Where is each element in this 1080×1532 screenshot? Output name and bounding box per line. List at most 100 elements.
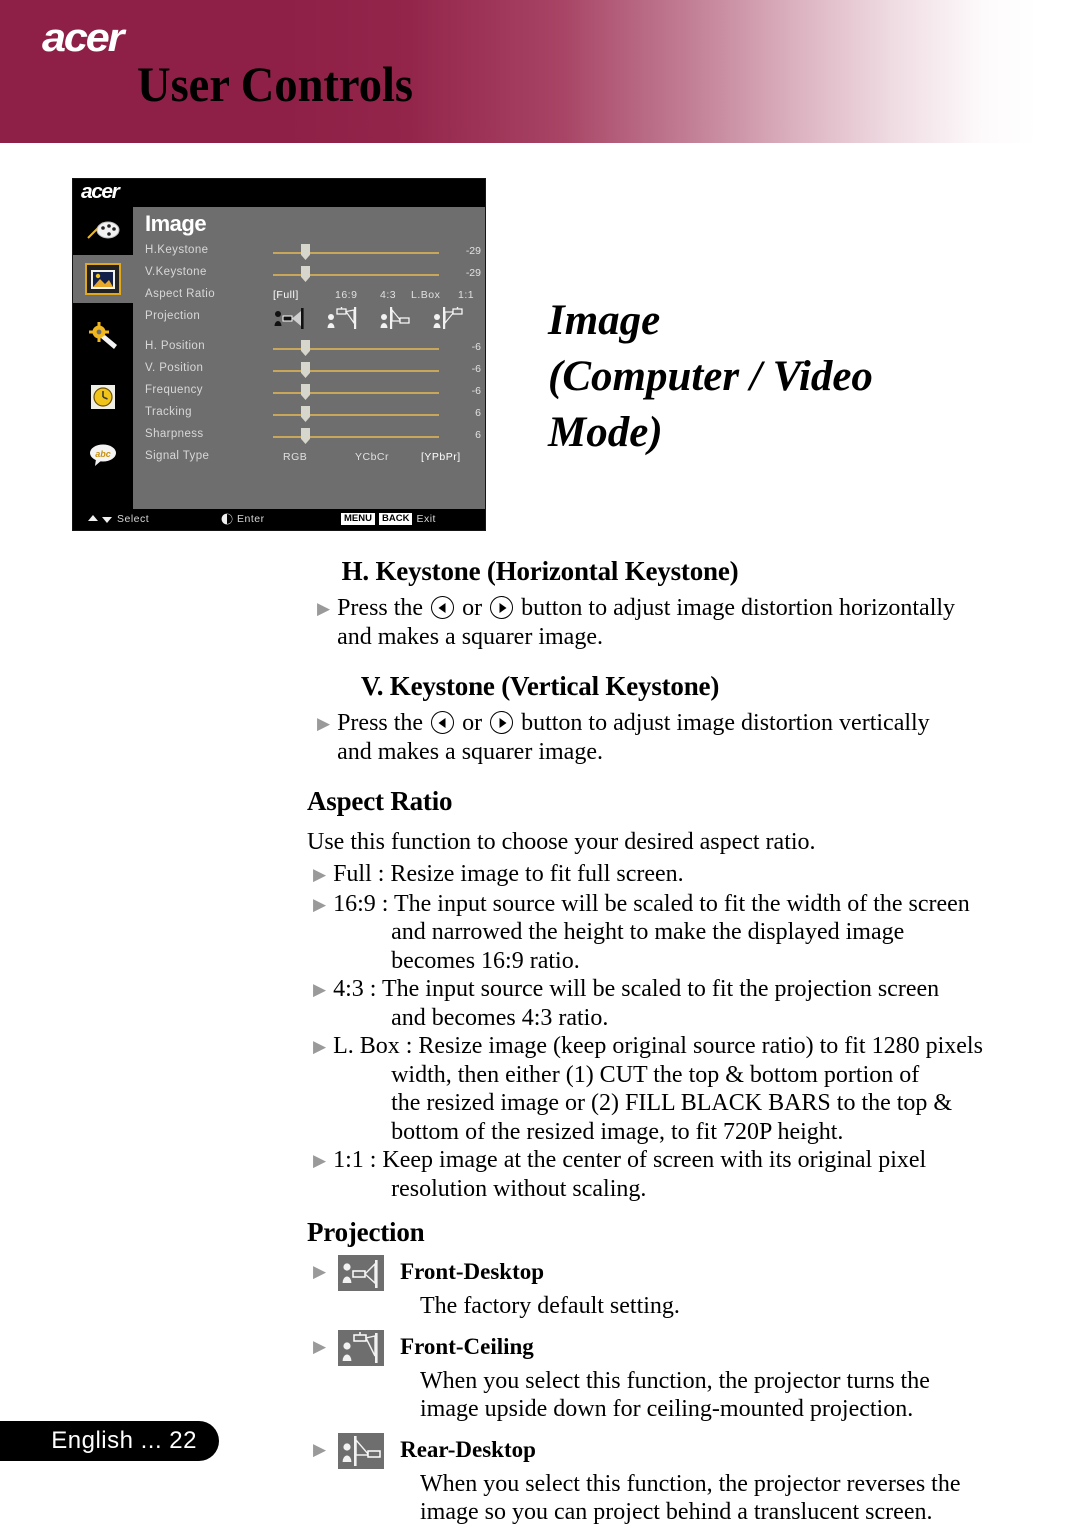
osd-row-aspect-ratio[interactable]: Aspect Ratio [Full] 16:9 4:3 L.Box 1:1 <box>133 285 485 307</box>
osd-slider-knob[interactable] <box>301 406 310 422</box>
osd-option-16-9[interactable]: 16:9 <box>335 289 357 301</box>
osd-hint-bar: Select Enter MENU BACK Exit <box>73 509 485 530</box>
osd-row-label: Frequency <box>145 384 203 396</box>
section-title: Image (Computer / Video Mode) <box>548 293 968 461</box>
osd-hint-exit: MENU BACK Exit <box>341 513 436 525</box>
osd-row-tracking[interactable]: Tracking 6 <box>133 403 485 425</box>
osd-slider-knob[interactable] <box>301 266 310 282</box>
projection-item-desc: image so you can project behind a transl… <box>420 1499 933 1525</box>
rear-desktop-icon <box>338 1432 385 1469</box>
bullet-text-c: button to adjust image distortion horizo… <box>521 595 956 621</box>
bullet-cont-line: width, then either (1) CUT the top & bot… <box>391 1061 920 1088</box>
bullet-arrow-icon: ▶ <box>317 599 331 618</box>
image-icon[interactable] <box>73 255 133 303</box>
svg-text:abc: abc <box>95 449 111 459</box>
aspect-item-16-9: ▶ 16:9 : The input source will be scaled… <box>0 890 1080 976</box>
language-abc-icon[interactable]: abc <box>81 435 125 475</box>
osd-acer-logo: acer <box>81 181 120 203</box>
projection-item-label: Front-Ceiling <box>400 1333 534 1359</box>
aspect-ratio-intro: Use this function to choose your desired… <box>307 829 816 855</box>
projection-item-label: Front-Desktop <box>400 1259 545 1284</box>
osd-option-4-3[interactable]: 4:3 <box>380 289 396 301</box>
osd-row-value: -6 <box>471 363 481 375</box>
bullet-arrow-icon: ▶ <box>313 894 327 914</box>
heading-h-keystone: H. Keystone (Horizontal Keystone) <box>341 556 739 586</box>
osd-row-signal-type[interactable]: Signal Type RGB YCbCr [YPbPr] <box>133 447 485 469</box>
osd-row-h-position[interactable]: H. Position -6 <box>133 337 485 359</box>
osd-row-label: V. Position <box>145 362 204 374</box>
projection-item-front-desktop: ▶ Front-Desktop <box>0 1252 1080 1292</box>
section-title-line1: Image <box>548 297 661 344</box>
osd-option-1-1[interactable]: 1:1 <box>458 289 474 301</box>
osd-slider-knob[interactable] <box>301 384 310 400</box>
bullet-cont-line: and narrowed the height to make the disp… <box>391 919 905 945</box>
page-footer-badge: English ... 22 <box>0 1421 219 1461</box>
osd-row-sharpness[interactable]: Sharpness 6 <box>133 425 485 447</box>
bullet-cont-line: the resized image or (2) FILL BLACK BARS… <box>391 1090 953 1116</box>
osd-row-projection[interactable]: Projection <box>133 305 485 335</box>
osd-option-rgb[interactable]: RGB <box>283 451 307 463</box>
aspect-item-1-1: ▶ 1:1 : Keep image at the center of scre… <box>0 1146 1080 1203</box>
osd-option-full[interactable]: [Full] <box>273 289 299 301</box>
osd-row-value: -29 <box>465 267 481 279</box>
projection-item-desc: When you select this function, the proje… <box>420 1367 930 1394</box>
osd-slider-knob[interactable] <box>301 340 310 356</box>
aspect-item-lbox: ▶ L. Box : Resize image (keep original s… <box>0 1032 1080 1146</box>
right-arrow-button-icon <box>490 596 514 619</box>
bullet-text-b: or <box>462 710 483 736</box>
osd-slider-track[interactable] <box>273 414 439 416</box>
bullet-cont-line: resolution without scaling. <box>391 1175 647 1202</box>
bullet-arrow-icon: ▶ <box>313 1151 327 1170</box>
bullet-arrow-icon: ▶ <box>313 980 327 999</box>
menu-key-badge[interactable]: MENU <box>341 513 375 525</box>
osd-row-value: 6 <box>475 429 481 441</box>
osd-row-frequency[interactable]: Frequency -6 <box>133 381 485 403</box>
osd-option-ycbcr[interactable]: YCbCr <box>355 451 389 463</box>
bullet-line-2: and makes a squarer image. <box>337 623 603 650</box>
osd-slider-track[interactable] <box>273 370 439 372</box>
osd-slider-track[interactable] <box>273 348 439 350</box>
osd-hint-exit-label: Exit <box>416 513 436 525</box>
osd-slider-track[interactable] <box>273 252 439 254</box>
osd-row-label: Sharpness <box>145 428 204 440</box>
osd-slider-knob[interactable] <box>301 362 310 378</box>
osd-option-lbox[interactable]: L.Box <box>411 289 440 301</box>
page-header-banner: acer User Controls <box>0 0 1080 143</box>
front-ceiling-icon[interactable] <box>326 305 362 331</box>
bullet-line: 1:1 : Keep image at the center of screen… <box>333 1147 927 1173</box>
bullet-line: L. Box : Resize image (keep original sou… <box>333 1033 983 1059</box>
osd-slider-track[interactable] <box>273 274 439 276</box>
osd-slider-track[interactable] <box>273 392 439 394</box>
osd-option-ypbpr[interactable]: [YPbPr] <box>421 451 461 463</box>
osd-slider-knob[interactable] <box>301 428 310 444</box>
back-key-badge[interactable]: BACK <box>378 513 413 525</box>
section-title-line3: Mode) <box>548 409 663 456</box>
bullet-text-a: Press the <box>337 710 424 736</box>
osd-row-value: 6 <box>475 407 481 419</box>
bullet-arrow-icon: ▶ <box>313 864 327 884</box>
osd-row-h-keystone[interactable]: H.Keystone -29 <box>133 241 485 263</box>
osd-hint-select-label: Select <box>117 513 150 525</box>
rear-ceiling-icon[interactable] <box>432 305 468 331</box>
osd-slider-knob[interactable] <box>301 244 310 260</box>
bullet-line: Press the or button to adjust image dist… <box>337 709 1050 738</box>
osd-slider-track[interactable] <box>273 436 439 438</box>
main-content: H. Keystone (Horizontal Keystone) ▶ Pres… <box>0 556 1080 1527</box>
bullet-line: 4:3 : The input source will be scaled to… <box>333 976 940 1002</box>
projection-item-label: Rear-Desktop <box>400 1436 536 1462</box>
color-palette-icon[interactable] <box>81 211 125 251</box>
osd-row-v-keystone[interactable]: V.Keystone -29 <box>133 263 485 285</box>
section-title-line2: (Computer / Video <box>548 353 873 400</box>
bullet-arrow-icon: ▶ <box>313 1037 327 1056</box>
bullet-text-b: or <box>462 595 483 621</box>
aspect-item-full: ▶ Full : Resize image to fit full screen… <box>0 860 1080 890</box>
up-down-arrow-icon <box>88 514 112 523</box>
settings-wrench-icon[interactable] <box>81 317 125 357</box>
osd-menu-heading: Image <box>145 211 207 236</box>
osd-row-v-position[interactable]: V. Position -6 <box>133 359 485 381</box>
rear-desktop-icon[interactable] <box>379 305 415 331</box>
bullet-line: 16:9 : The input source will be scaled t… <box>333 890 970 917</box>
front-desktop-icon[interactable] <box>273 305 309 331</box>
clock-icon[interactable] <box>81 377 125 417</box>
osd-row-label: V.Keystone <box>145 266 207 278</box>
